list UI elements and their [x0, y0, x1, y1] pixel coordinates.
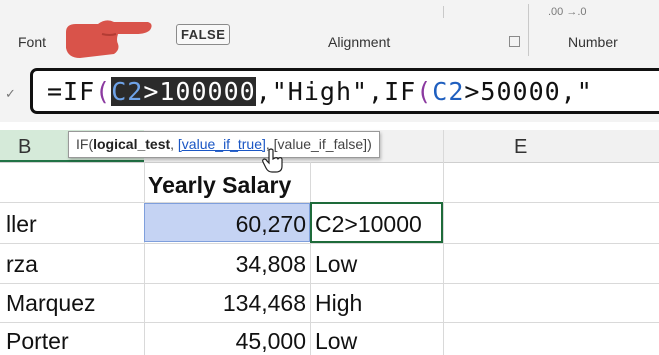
tooltip-arg-logical-test[interactable]: logical_test [93, 136, 170, 152]
pointing-hand-icon [66, 20, 152, 58]
grid-line [0, 283, 659, 284]
ribbon-divider [528, 4, 529, 56]
result-cell[interactable]: Low [315, 328, 357, 355]
ribbon-divider [443, 6, 444, 18]
grid-line [0, 322, 659, 323]
tooltip-arg-value-if-false[interactable]: [value_if_false] [274, 136, 367, 152]
formula-paren: ( [416, 77, 433, 106]
tooltip-function-name: IF( [76, 136, 94, 152]
formula-text: =IF(C2>100000,"High",IF(C2>50000," [47, 77, 593, 106]
formula-prefix: =IF [47, 77, 96, 106]
column-header-b-label: B [18, 136, 32, 158]
ribbon-group-font[interactable]: Font [18, 34, 46, 50]
salary-cell[interactable]: 134,468 [148, 290, 306, 317]
ribbon-group-alignment[interactable]: Alignment [328, 34, 390, 50]
name-cell[interactable]: rza [6, 251, 38, 278]
hand-cursor-icon [262, 148, 283, 173]
formula-ref: C2 [432, 77, 465, 106]
salary-cell[interactable]: 45,000 [148, 328, 306, 355]
tooltip-close-paren: ) [367, 136, 372, 152]
decimal-format-icon[interactable]: .00 →.0 [548, 6, 587, 18]
salary-header-cell[interactable]: Yearly Salary [148, 172, 306, 199]
result-cell[interactable]: Low [315, 251, 357, 278]
formula-input[interactable]: =IF(C2>100000,"High",IF(C2>50000," [30, 68, 659, 114]
formula-middle: ,"High",IF [255, 77, 417, 106]
result-cell[interactable]: High [315, 290, 362, 317]
formula-selected-segment: C2>100000 [111, 77, 256, 106]
tooltip-separator: , [170, 136, 178, 152]
grid-line [0, 243, 659, 244]
function-argument-tooltip: IF(logical_test, [value_if_true], [value… [68, 131, 380, 158]
name-cell[interactable]: Porter [6, 328, 69, 355]
name-cell[interactable]: Marquez [6, 290, 95, 317]
formula-tail: >50000," [464, 77, 593, 106]
tooltip-arg-value-if-true[interactable]: [value_if_true] [178, 136, 266, 152]
false-badge: FALSE [176, 24, 231, 45]
formula-paren: ( [95, 77, 112, 106]
name-cell[interactable]: ller [6, 211, 37, 238]
grid-line [443, 162, 444, 355]
result-cell[interactable]: C2>10000 [315, 211, 422, 238]
column-header-e-label: E [514, 136, 528, 158]
salary-cell[interactable]: 60,270 [148, 211, 306, 238]
checkmark-icon[interactable]: ✓ [5, 86, 16, 102]
dialog-launcher-icon[interactable] [509, 36, 520, 47]
column-divider [443, 130, 444, 162]
salary-cell[interactable]: 34,808 [148, 251, 306, 278]
ribbon-group-number[interactable]: Number [568, 34, 618, 50]
grid-line [310, 162, 311, 355]
grid-line [144, 162, 145, 355]
